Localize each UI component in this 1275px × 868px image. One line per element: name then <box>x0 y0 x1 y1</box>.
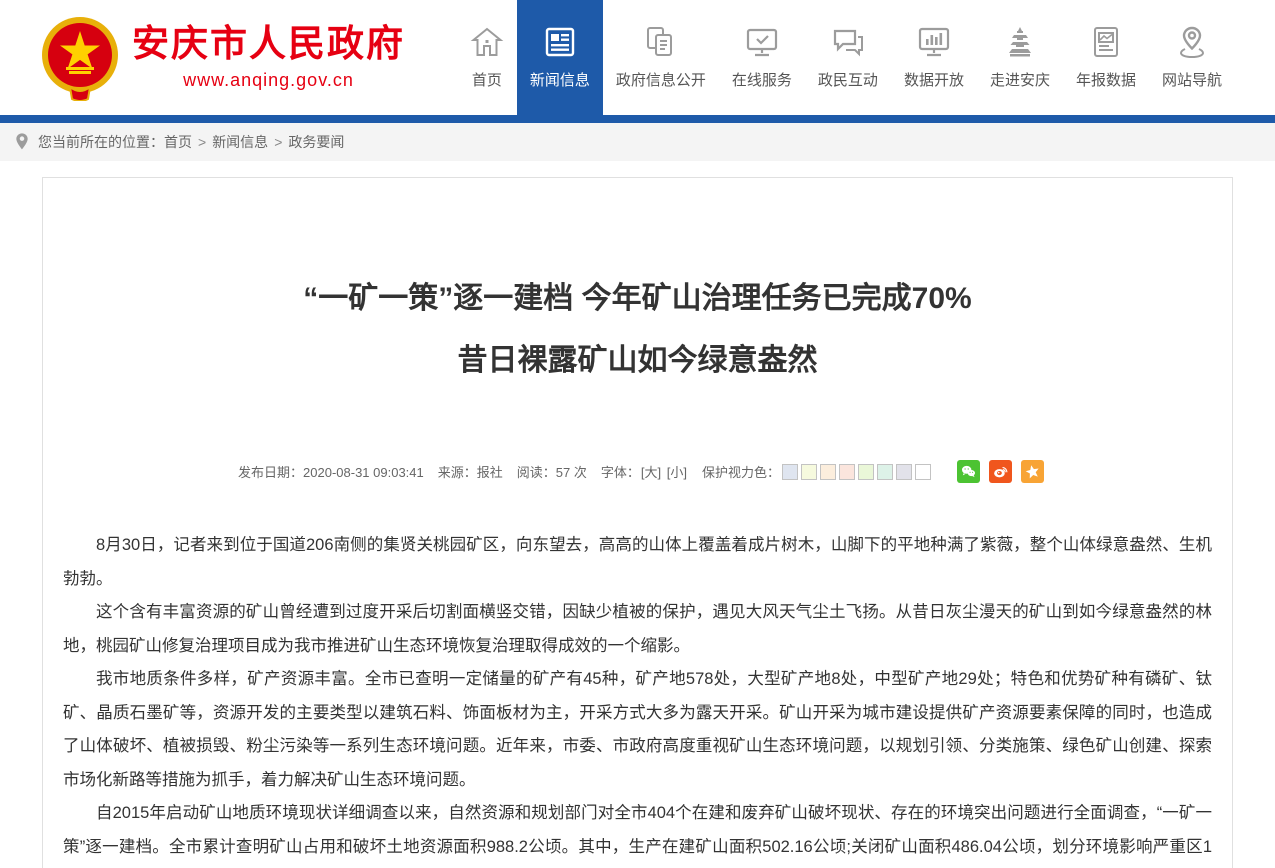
breadcrumb-link-3[interactable]: 政务要闻 <box>288 134 344 150</box>
eye-protect-swatch-7[interactable] <box>896 464 912 480</box>
font-size-label: 字体： <box>601 465 640 480</box>
home-icon <box>470 25 504 59</box>
eye-protect-swatch-1[interactable] <box>782 464 798 480</box>
breadcrumb-link-1[interactable]: 首页 <box>164 134 192 150</box>
wechat-share-icon[interactable] <box>957 460 980 483</box>
breadcrumb-prefix: 您当前所在的位置： <box>38 132 164 152</box>
view-count: 阅读：57 次 <box>517 462 587 481</box>
article-paragraph-1: 8月30日，记者来到位于国道206南侧的集贤关桃园矿区，向东望去，高高的山体上覆… <box>63 529 1212 596</box>
article-title-line2: 昔日裸露矿山如今绿意盎然 <box>458 344 818 377</box>
article-title: “一矿一策”逐一建档 今年矿山治理任务已完成70% 昔日裸露矿山如今绿意盎然 <box>63 268 1212 392</box>
nav-item-1[interactable]: 首页 <box>457 0 517 115</box>
nav-item-7[interactable]: 走进安庆 <box>977 0 1063 115</box>
national-emblem-icon <box>40 15 120 101</box>
nav-item-4[interactable]: 在线服务 <box>719 0 805 115</box>
font-smaller-button[interactable]: [小] <box>667 465 687 480</box>
nav-item-label: 在线服务 <box>732 69 792 90</box>
nav-item-label: 新闻信息 <box>530 69 590 90</box>
nav-item-8[interactable]: 年报数据 <box>1063 0 1149 115</box>
location-pin-icon <box>1175 25 1209 59</box>
breadcrumb-link-2[interactable]: 新闻信息 <box>212 134 268 150</box>
main-nav: 首页 新闻信息 政府信息公开 在线服务 政民互动 数据开放 走进安庆 年报数据 网站导航 <box>457 0 1275 115</box>
article-title-line1: “一矿一策”逐一建档 今年矿山治理任务已完成70% <box>303 282 971 315</box>
publish-date: 发布日期：2020-08-31 09:03:41 <box>238 462 424 481</box>
eye-protect-swatch-4[interactable] <box>839 464 855 480</box>
weibo-share-icon[interactable] <box>989 460 1012 483</box>
share-buttons <box>948 460 1044 483</box>
article-card: “一矿一策”逐一建档 今年矿山治理任务已完成70% 昔日裸露矿山如今绿意盎然 发… <box>42 177 1233 868</box>
eye-protect-swatch-6[interactable] <box>877 464 893 480</box>
breadcrumb-separator: > <box>274 134 282 150</box>
star-share-icon[interactable] <box>1021 460 1044 483</box>
nav-item-3[interactable]: 政府信息公开 <box>603 0 719 115</box>
nav-item-6[interactable]: 数据开放 <box>891 0 977 115</box>
news-icon <box>543 25 577 59</box>
site-url: www.anqing.gov.cn <box>132 70 405 91</box>
site-header: 安庆市人民政府 www.anqing.gov.cn 首页 新闻信息 政府信息公开 在线… <box>0 0 1275 115</box>
eye-protect-label: 保护视力色： <box>702 462 780 481</box>
article-paragraph-3: 我市地质条件多样，矿产资源丰富。全市已查明一定储量的矿产有45种，矿产地578处… <box>63 663 1212 797</box>
eye-protect-swatch-3[interactable] <box>820 464 836 480</box>
article-paragraph-4: 自2015年启动矿山地质环境现状详细调查以来，自然资源和规划部门对全市404个在… <box>63 797 1212 868</box>
font-size-control: 字体：[大] [小] <box>601 462 688 481</box>
breadcrumb-separator: > <box>198 134 206 150</box>
eye-protect-swatch-8[interactable] <box>915 464 931 480</box>
article-paragraph-2: 这个含有丰富资源的矿山曾经遭到过度开采后切割面横竖交错，因缺少植被的保护，遇见大… <box>63 596 1212 663</box>
eye-protect-swatch-5[interactable] <box>858 464 874 480</box>
nav-item-2[interactable]: 新闻信息 <box>517 0 603 115</box>
nav-item-label: 首页 <box>472 69 502 90</box>
nav-item-5[interactable]: 政民互动 <box>805 0 891 115</box>
header-divider-bar <box>0 115 1275 123</box>
nav-item-label: 数据开放 <box>904 69 964 90</box>
article-body: 8月30日，记者来到位于国道206南侧的集贤关桃园矿区，向东望去，高高的山体上覆… <box>63 529 1212 868</box>
eye-protect-swatch-2[interactable] <box>801 464 817 480</box>
article-meta: 发布日期：2020-08-31 09:03:41 来源：报社 阅读：57 次 字… <box>63 460 1212 483</box>
nav-item-label: 政民互动 <box>818 69 878 90</box>
nav-item-label: 政府信息公开 <box>616 69 706 90</box>
nav-item-label: 走进安庆 <box>990 69 1050 90</box>
font-larger-button[interactable]: [大] <box>641 465 661 480</box>
nav-item-label: 网站导航 <box>1162 69 1222 90</box>
nav-item-label: 年报数据 <box>1076 69 1136 90</box>
breadcrumb: 您当前所在的位置： 首页 > 新闻信息 > 政务要闻 <box>0 123 1275 161</box>
monitor-check-icon <box>745 25 779 59</box>
source: 来源：报社 <box>438 462 503 481</box>
documents-icon <box>644 25 678 59</box>
nav-item-9[interactable]: 网站导航 <box>1149 0 1235 115</box>
chat-icon <box>831 25 865 59</box>
site-logo[interactable]: 安庆市人民政府 www.anqing.gov.cn <box>40 15 405 101</box>
eye-protect-swatches <box>782 464 934 480</box>
site-title[interactable]: 安庆市人民政府 <box>132 24 405 65</box>
monitor-chart-icon <box>917 25 951 59</box>
report-icon <box>1089 25 1123 59</box>
pagoda-icon <box>1003 25 1037 59</box>
location-pin-icon <box>14 132 30 152</box>
